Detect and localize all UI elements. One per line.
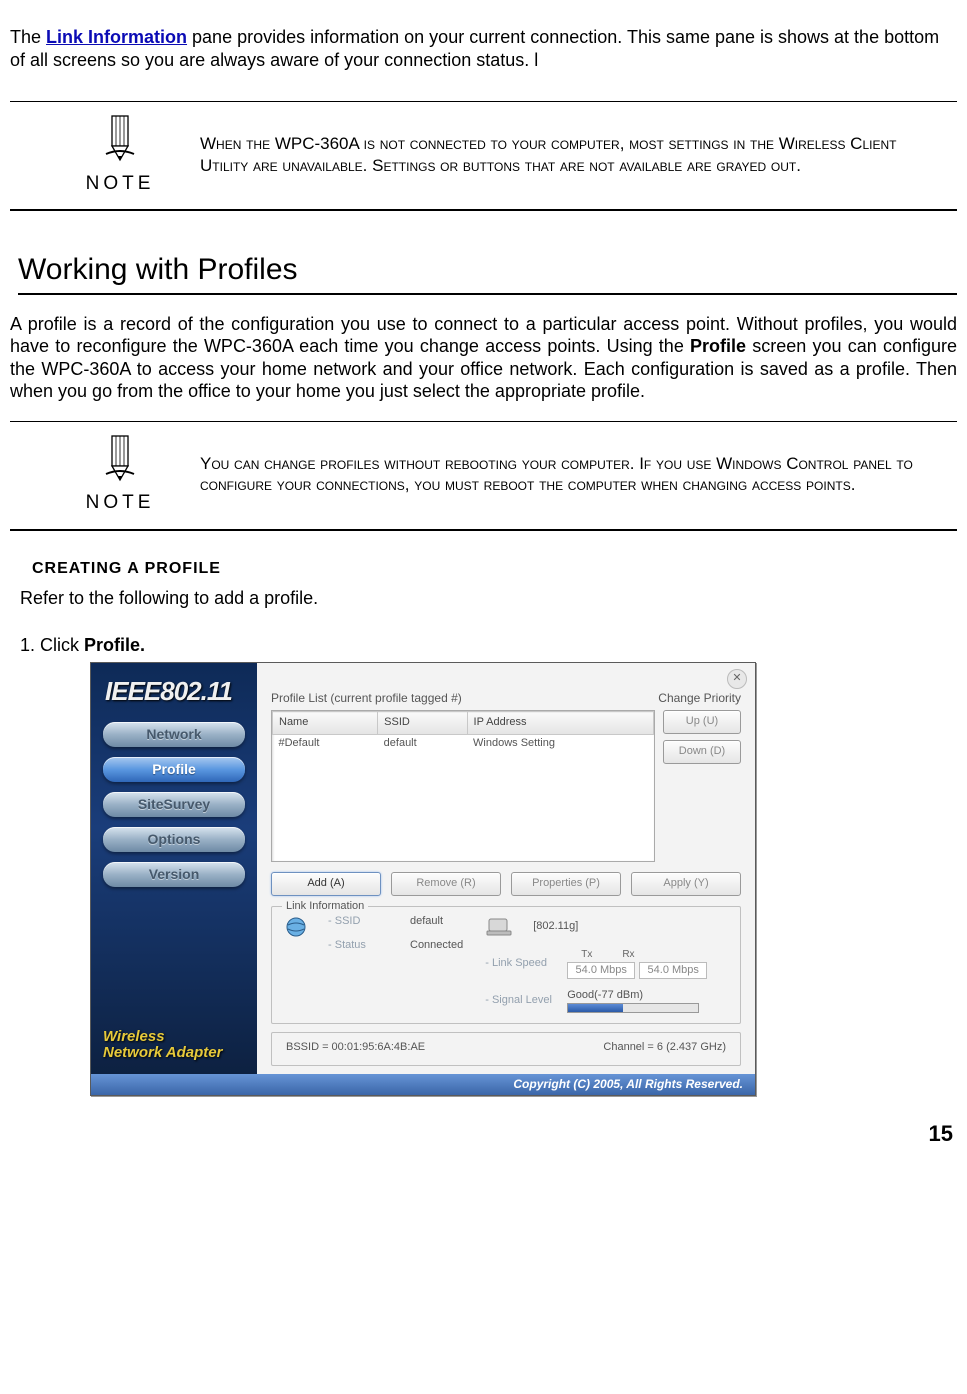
note-block-2: NOTE You can change profiles without reb… [10,422,957,529]
note-2-text: You can change profiles without rebootin… [190,453,957,496]
step-bold: Profile. [84,635,145,655]
profile-table[interactable]: Name SSID IP Address #Default default Wi… [271,710,655,862]
adapter-label: Wireless Network Adapter [103,1029,245,1062]
subheading-creating-profile: CREATING A PROFILE [32,559,957,579]
steps-list: Click Profile. ✕ IEEE802.11 Network Prof… [10,634,957,1096]
computer-icon [485,915,513,939]
bssid-group: BSSID = 00:01:95:6A:4B:AE Channel = 6 (2… [271,1032,741,1066]
page-number: 15 [10,1120,957,1148]
subintro: Refer to the following to add a profile. [20,587,957,610]
profile-list-caption: Profile List (current profile tagged #) [271,691,462,706]
link-information-group: Link Information - SSID default [271,906,741,1024]
cell-name: #Default [273,735,378,753]
wna-line1: Wireless [103,1029,245,1046]
col-ssid[interactable]: SSID [378,712,467,735]
cell-ip: Windows Setting [467,735,653,753]
note-label: NOTE [50,491,190,515]
divider [10,209,957,211]
note-icon-area: NOTE [50,114,190,195]
apply-button[interactable]: Apply (Y) [631,872,741,896]
ssid-value: default [410,915,443,929]
para-bold: Profile [690,336,746,356]
sidebar: IEEE802.11 Network Profile SiteSurvey Op… [91,663,257,1074]
mode-label: [802.11g] [533,920,578,934]
link-info-legend: Link Information [282,900,368,914]
col-ip[interactable]: IP Address [467,712,653,735]
sidebar-item-version[interactable]: Version [103,862,245,887]
tx-label: Tx [581,949,592,962]
close-icon[interactable]: ✕ [727,669,747,689]
sidebar-item-network[interactable]: Network [103,722,245,747]
signal-label: - Signal Level [485,994,559,1008]
ieee-logo: IEEE802.11 [105,675,245,708]
profiles-paragraph: A profile is a record of the configurati… [10,313,957,403]
channel-value: Channel = 6 (2.437 GHz) [603,1041,726,1055]
signal-value: Good(-77 dBm) [567,989,699,1003]
note-block-1: NOTE When the WPC-360A is not connected … [10,102,957,209]
down-button[interactable]: Down (D) [663,740,741,764]
pencil-icon [99,146,141,166]
properties-button[interactable]: Properties (P) [511,872,621,896]
sidebar-item-sitesurvey[interactable]: SiteSurvey [103,792,245,817]
app-window: ✕ IEEE802.11 Network Profile SiteSurvey … [90,662,756,1096]
step-1: Click Profile. ✕ IEEE802.11 Network Prof… [40,634,957,1096]
copyright-bar: Copyright (C) 2005, All Rights Reserved. [91,1074,755,1095]
add-button[interactable]: Add (A) [271,872,381,896]
sidebar-item-profile[interactable]: Profile [103,757,245,782]
wna-line2: Network Adapter [103,1045,245,1062]
note-icon-area: NOTE [50,434,190,515]
linkspeed-label: - Link Speed [485,957,559,971]
status-value: Connected [410,939,463,953]
main-panel: Profile List (current profile tagged #) … [257,663,755,1074]
change-priority-label: Change Priority [658,691,741,706]
note-label: NOTE [50,172,190,196]
col-name[interactable]: Name [273,712,378,735]
signal-bar [567,1003,699,1013]
pencil-icon [99,466,141,486]
table-row[interactable]: #Default default Windows Setting [273,735,654,753]
up-button[interactable]: Up (U) [663,710,741,734]
globe-icon [282,915,310,939]
cell-ssid: default [378,735,467,753]
intro-paragraph: The Link Information pane provides infor… [10,26,957,71]
rx-label: Rx [622,949,634,962]
tx-value: 54.0 Mbps [567,962,635,980]
status-label: - Status [328,939,402,953]
step-text: Click [40,635,84,655]
bssid-value: BSSID = 00:01:95:6A:4B:AE [286,1041,425,1055]
rx-value: 54.0 Mbps [639,962,707,980]
section-heading: Working with Profiles [18,251,957,295]
intro-pre: The [10,27,46,47]
subhead-text: CREATING A PROFILE [32,560,221,577]
note-1-text: When the WPC-360A is not connected to yo… [190,133,957,176]
divider [10,529,957,531]
remove-button[interactable]: Remove (R) [391,872,501,896]
ssid-label: - SSID [328,915,402,929]
link-information-link[interactable]: Link Information [46,27,187,47]
sidebar-item-options[interactable]: Options [103,827,245,852]
